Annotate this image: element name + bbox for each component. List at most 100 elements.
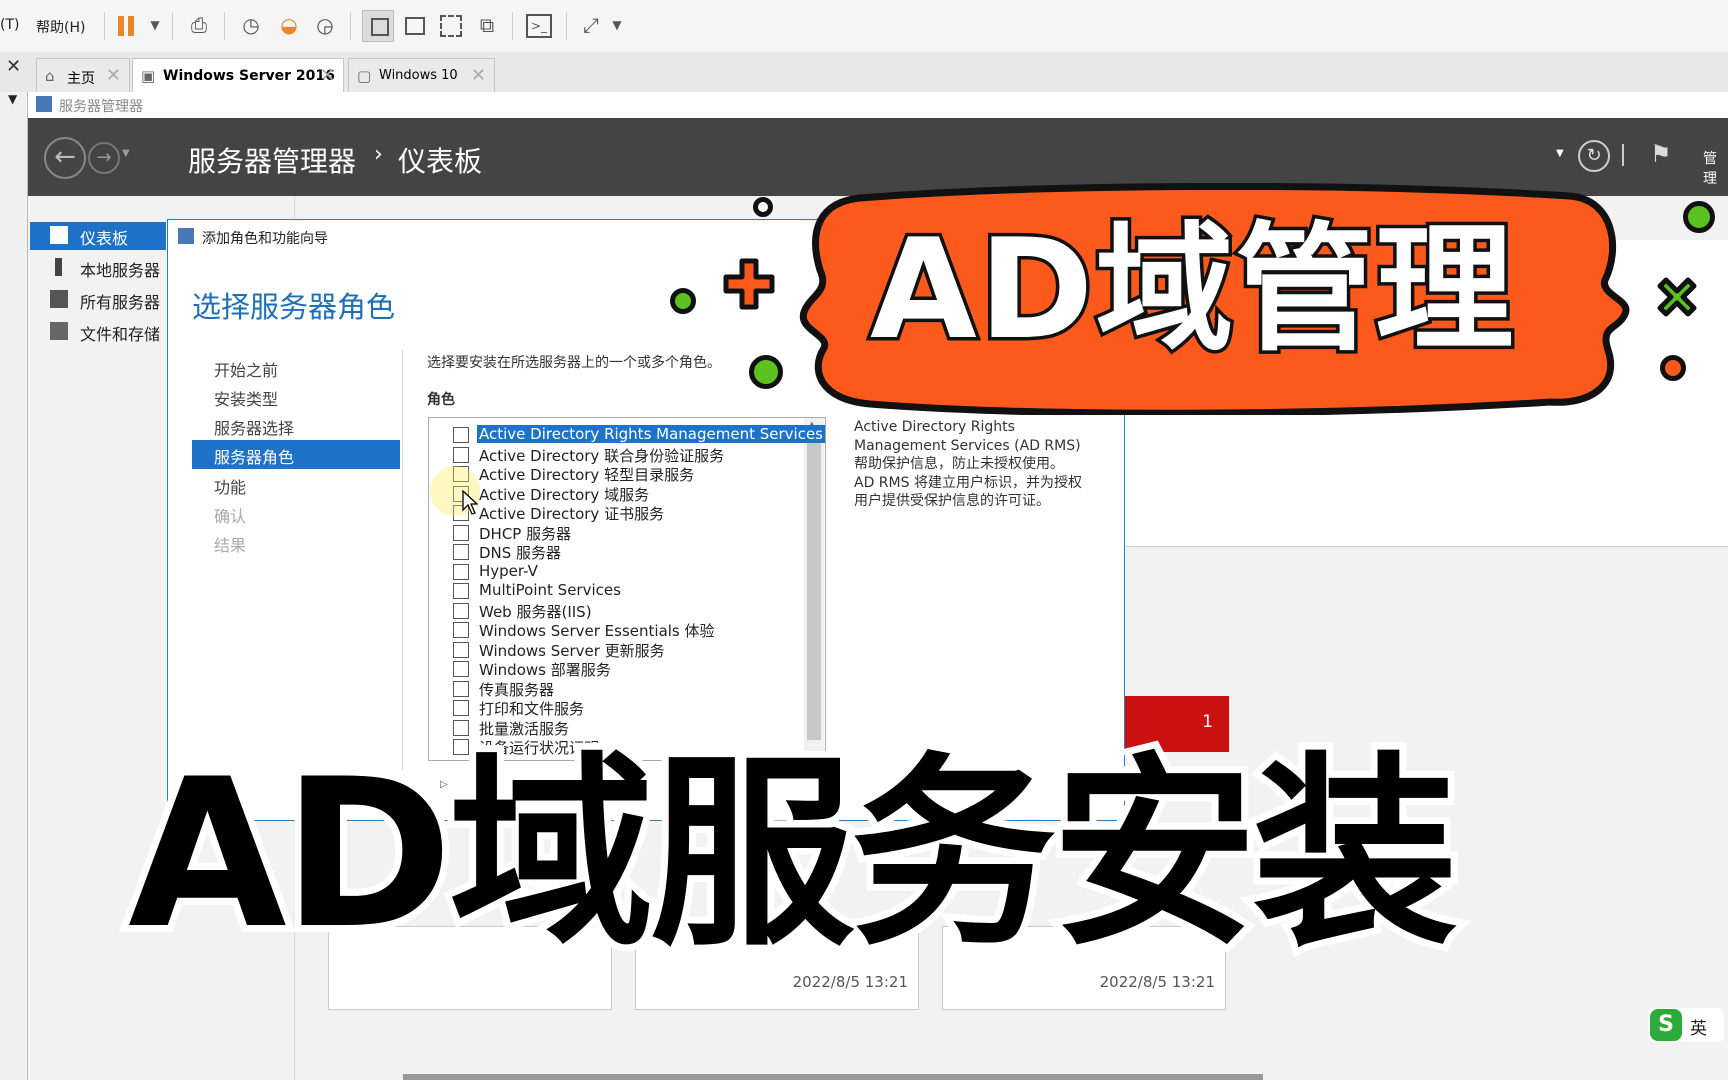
snapshot-icon[interactable]: ◷ — [238, 12, 264, 38]
cross-decor-icon — [1657, 277, 1697, 317]
toolbar-divider — [224, 12, 225, 40]
close-icon[interactable]: ✕ — [471, 65, 486, 86]
chevron-down-icon[interactable]: ▼ — [142, 12, 168, 38]
send-keys-icon[interactable]: ⎙ — [186, 12, 212, 38]
role-checkbox[interactable] — [453, 427, 469, 443]
fullscreen-icon[interactable] — [440, 15, 462, 37]
pause-icon[interactable] — [118, 16, 124, 36]
role-checkbox[interactable] — [453, 700, 469, 716]
chevron-down-icon[interactable]: ▼ — [1556, 148, 1564, 159]
revert-snapshot-icon[interactable]: ◒ — [276, 12, 302, 38]
mouse-cursor-icon — [462, 490, 478, 515]
tab-windows-10[interactable]: ▢ Windows 10 ✕ — [348, 58, 495, 92]
role-label: Web 服务器(IIS) — [479, 602, 592, 621]
role-checkbox[interactable] — [453, 641, 469, 658]
toolbar-divider — [512, 12, 513, 40]
tab-label: Windows Server 2016 — [163, 68, 335, 84]
role-checkbox[interactable] — [453, 680, 469, 697]
breadcrumb-page: 仪表板 — [398, 145, 483, 178]
role-checkbox[interactable] — [453, 602, 469, 619]
role-checkbox[interactable] — [453, 622, 469, 638]
description-line: 帮助保护信息，防止未授权使用。 — [854, 456, 1064, 472]
role-checkbox[interactable] — [453, 661, 469, 677]
chevron-down-icon[interactable]: ▼ — [604, 12, 630, 38]
role-checkbox[interactable] — [453, 544, 469, 560]
view-sidebar-button[interactable] — [362, 10, 394, 42]
close-library-icon[interactable]: ✕ — [6, 56, 21, 77]
nav-item-all-servers[interactable]: 所有服务器 — [30, 286, 166, 314]
wizard-step-server-selection[interactable]: 服务器选择 — [214, 415, 294, 439]
step-label: 服务器角色 — [214, 448, 295, 467]
wizard-icon — [178, 228, 194, 244]
pause-icon-bar — [128, 16, 134, 36]
menu-item-tools[interactable]: (T) — [0, 17, 19, 33]
forward-icon[interactable]: → — [88, 142, 120, 174]
wizard-step-server-roles[interactable]: 服务器角色 — [192, 440, 400, 469]
breadcrumb-app[interactable]: 服务器管理器 — [188, 140, 356, 180]
window-title: 服务器管理器 — [59, 99, 143, 115]
decor-dot — [1683, 201, 1715, 233]
horizontal-scrollbar[interactable] — [403, 1074, 1263, 1080]
role-label: Windows 部署服务 — [479, 661, 611, 679]
vm-tab-bar: ✕ ⌂ 主页 ✕ ▣ Windows Server 2016 ✕ ▢ Windo… — [0, 52, 1728, 93]
vm-icon: ▢ — [357, 67, 372, 85]
tab-label: 主页 — [67, 71, 95, 87]
nav-item-file-storage[interactable]: 文件和存储 — [30, 318, 166, 346]
scrollbar-thumb[interactable] — [807, 440, 821, 740]
role-label: Active Directory 联合身份验证服务 — [479, 446, 725, 465]
role-checkbox[interactable] — [453, 563, 469, 580]
wizard-step-installation-type[interactable]: 安装类型 — [214, 386, 278, 410]
ime-mode-label: 英 — [1690, 1019, 1707, 1039]
chevron-down-icon[interactable]: ▼ — [8, 92, 17, 106]
role-label: Windows Server 更新服务 — [479, 641, 665, 660]
role-checkbox[interactable] — [453, 583, 469, 599]
console-icon[interactable]: >_ — [526, 14, 552, 38]
back-icon[interactable]: ← — [44, 137, 86, 179]
role-label: Active Directory Rights Management Servi… — [477, 425, 825, 443]
role-label: MultiPoint Services — [479, 581, 621, 599]
toolbar-divider — [350, 12, 351, 40]
library-panel-edge: ▼ — [0, 92, 28, 1080]
snapshot-manager-icon[interactable]: ◶ — [312, 12, 338, 38]
role-label: Active Directory 证书服务 — [479, 505, 665, 523]
wizard-step-results: 结果 — [214, 536, 247, 555]
decor-dot — [670, 288, 696, 314]
stretch-icon[interactable]: ⤢ — [578, 12, 604, 38]
roles-scrollbar[interactable]: ▲ — [804, 418, 824, 758]
decor-ring — [753, 197, 773, 217]
ime-indicator[interactable]: S 英 — [1648, 1008, 1724, 1042]
nav-label: 本地服务器 — [80, 261, 161, 280]
unity-icon[interactable]: ⧉ — [474, 12, 500, 38]
notifications-flag-icon[interactable]: ⚑ — [1650, 140, 1672, 168]
nav-label: 所有服务器 — [80, 293, 161, 312]
role-label: Windows Server Essentials 体验 — [479, 622, 715, 640]
role-checkbox[interactable] — [453, 719, 469, 736]
wizard-step-before-you-begin[interactable]: 开始之前 — [214, 357, 278, 381]
nav-item-local-server[interactable]: 本地服务器 — [30, 254, 166, 282]
role-checkbox[interactable] — [453, 524, 469, 541]
role-label: 打印和文件服务 — [479, 700, 585, 718]
tab-windows-server-2016[interactable]: ▣ Windows Server 2016 ✕ — [132, 58, 344, 92]
role-description: Active Directory Rights Management Servi… — [854, 418, 1114, 511]
refresh-icon[interactable]: ↻ — [1578, 140, 1610, 172]
tile-timestamp: 2022/8/5 13:21 — [792, 973, 908, 991]
vm-running-icon: ▣ — [141, 67, 156, 85]
nav-item-dashboard[interactable]: 仪表板 — [30, 222, 166, 250]
wizard-step-features[interactable]: 功能 — [214, 474, 246, 498]
tab-label: Windows 10 — [379, 68, 458, 83]
toolbar-divider — [566, 12, 567, 40]
wizard-title: 添加角色和功能向导 — [202, 231, 328, 247]
thumbnail-bar-icon[interactable] — [405, 17, 425, 35]
decor-dot — [1660, 355, 1686, 381]
menu-item-help[interactable]: 帮助(H) — [36, 17, 85, 37]
role-checkbox[interactable] — [453, 446, 469, 463]
description-line: Management Services (AD RMS) — [854, 437, 1081, 454]
tab-home[interactable]: ⌂ 主页 ✕ — [36, 58, 130, 92]
nav-label: 文件和存储 — [80, 325, 161, 344]
close-icon[interactable]: ✕ — [106, 65, 121, 86]
sogou-icon: S — [1650, 1009, 1682, 1041]
role-label: DHCP 服务器 — [479, 524, 572, 543]
manage-menu[interactable]: 管理 — [1703, 148, 1728, 188]
close-icon[interactable]: ✕ — [320, 65, 335, 86]
chevron-down-icon[interactable]: ▼ — [122, 148, 130, 159]
